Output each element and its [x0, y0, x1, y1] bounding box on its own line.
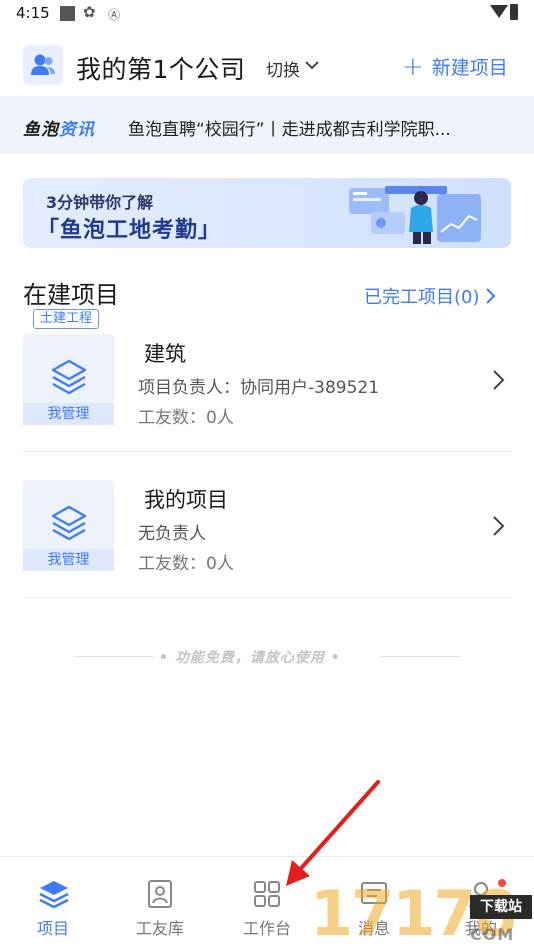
manage-role-label: 我管理: [23, 549, 114, 571]
project-card[interactable]: 我管理 我的项目 无负责人 工友数：0人: [23, 452, 511, 598]
new-project-label: 新建项目: [431, 57, 508, 79]
nav-label: 项目: [36, 919, 69, 938]
project-card[interactable]: 我管理 土建工程 建筑 项目负责人：协同用户-389521 工友数：0人: [23, 306, 511, 452]
nav-item-projects[interactable]: 项目: [0, 857, 106, 950]
watermark: 17178 下载站 COM: [310, 873, 534, 950]
annotation-arrow-icon: [286, 780, 380, 886]
project-name: 我的项目: [144, 488, 228, 512]
layers-icon: [39, 881, 69, 909]
notification-a-icon: Ⓐ: [108, 8, 121, 22]
news-headline[interactable]: 鱼泡直聘“校园行”丨走进成都吉利学院职...: [128, 115, 451, 140]
company-name[interactable]: 我的第1个公司: [76, 50, 245, 86]
banner-illustration: [349, 186, 481, 244]
manage-role-label: 我管理: [23, 403, 114, 425]
banner-title: 「鱼泡工地考勤」: [37, 218, 222, 243]
users-icon: [31, 54, 55, 75]
project-name: 建筑: [144, 342, 186, 366]
switch-company-button[interactable]: 切换: [266, 56, 300, 81]
layers-icon: [51, 505, 87, 541]
nav-label: 工友库: [135, 919, 184, 938]
status-time: 4:15: [16, 4, 50, 22]
chevron-down-icon[interactable]: [304, 57, 320, 73]
project-lead: 无负责人: [138, 524, 206, 544]
grid-icon: [254, 881, 280, 907]
news-ticker[interactable]: 鱼泡资讯 鱼泡直聘“校园行”丨走进成都吉利学院职...: [0, 96, 534, 154]
notification-app-icon: ✿: [83, 3, 96, 21]
nav-label: 工作台: [242, 919, 291, 938]
project-workers: 工友数：0人: [138, 408, 234, 428]
status-bar: 4:15 ✿ Ⓐ: [0, 0, 534, 28]
project-lead: 项目负责人：协同用户-389521: [138, 378, 380, 398]
new-project-button[interactable]: + 新建项目: [402, 53, 508, 80]
company-avatar[interactable]: [23, 45, 63, 85]
project-workers: 工友数：0人: [138, 554, 234, 574]
news-logo: 鱼泡资讯: [23, 120, 95, 140]
wifi-icon: [490, 5, 508, 18]
watermark-domain: COM: [470, 925, 515, 944]
battery-icon: [510, 4, 518, 20]
notification-square-icon: [60, 6, 75, 21]
project-thumbnail: 我管理: [23, 480, 114, 571]
layers-icon: [51, 359, 87, 395]
chevron-right-icon: [493, 516, 505, 536]
free-usage-text: • 功能免费，请放心使用 •: [159, 650, 341, 666]
project-thumbnail: 我管理: [23, 334, 114, 425]
nav-item-workers[interactable]: 工友库: [107, 857, 213, 950]
project-type-tag: 土建工程: [33, 309, 100, 329]
divider: [381, 656, 461, 657]
divider: [73, 656, 153, 657]
free-usage-note: • 功能免费，请放心使用 •: [73, 646, 461, 666]
promo-banner[interactable]: 3分钟带你了解 「鱼泡工地考勤」: [23, 178, 511, 248]
section-title: 在建项目: [23, 281, 119, 309]
contact-card-icon: [148, 880, 172, 908]
plus-icon: +: [402, 51, 424, 82]
header: 我的第1个公司 切换 + 新建项目: [0, 40, 534, 96]
chevron-right-icon: [485, 288, 495, 304]
chevron-right-icon: [493, 370, 505, 390]
watermark-tag: 下载站: [470, 895, 532, 919]
banner-subtitle: 3分钟带你了解: [46, 193, 154, 212]
